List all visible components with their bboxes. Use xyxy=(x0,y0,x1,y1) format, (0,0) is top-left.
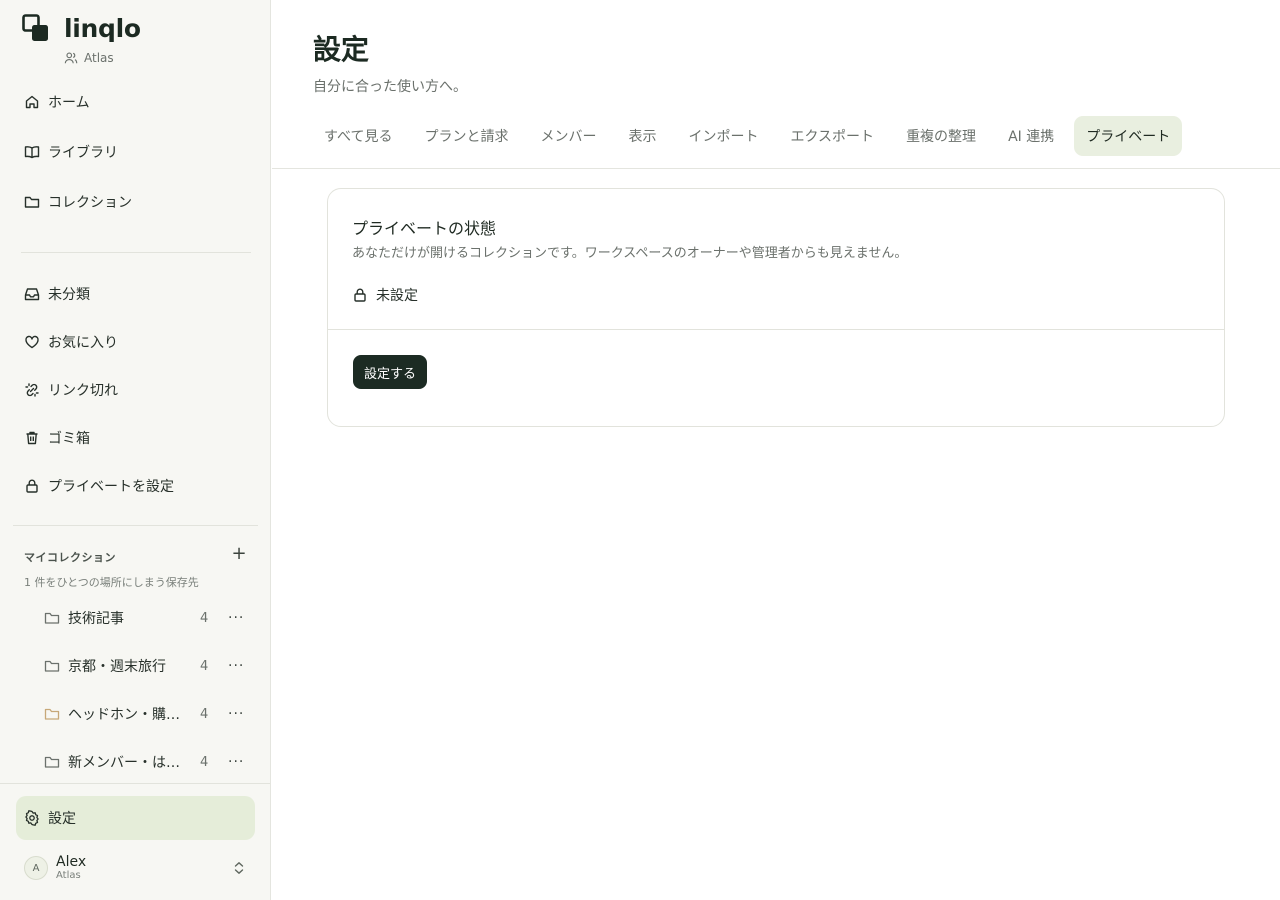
tab-plan-billing[interactable]: プランと請求 xyxy=(412,116,520,156)
more-options-button[interactable]: ··· xyxy=(228,658,243,674)
nav-home[interactable]: ホーム xyxy=(16,82,255,122)
gear-icon xyxy=(24,810,40,826)
nav-trash-label: ゴミ箱 xyxy=(48,431,90,447)
broken-link-icon xyxy=(24,382,40,398)
folder-icon xyxy=(24,194,40,210)
nav-broken-links[interactable]: リンク切れ xyxy=(16,370,255,410)
more-options-button[interactable]: ··· xyxy=(228,706,243,722)
card-divider xyxy=(328,329,1224,330)
home-icon xyxy=(24,94,40,110)
collection-name: ヘッドホン・購入比較 xyxy=(68,707,180,723)
nav-collections[interactable]: コレクション xyxy=(16,182,255,222)
more-options-button[interactable]: ··· xyxy=(228,754,243,770)
tab-duplicates[interactable]: 重複の整理 xyxy=(894,116,988,156)
nav-settings-label: 設定 xyxy=(48,811,76,827)
card-description: あなただけが開けるコレクションです。ワークスペースのオーナーや管理者からも見えま… xyxy=(352,246,908,261)
main-content: 設定 自分に合った使い方へ。 すべて見る プランと請求 メンバー 表示 インポー… xyxy=(272,0,1280,900)
inbox-icon xyxy=(24,286,40,302)
status-text: 未設定 xyxy=(376,288,418,304)
tab-export[interactable]: エクスポート xyxy=(778,116,886,156)
chevron-up-down-icon[interactable] xyxy=(232,860,246,876)
sidebar: linqlo Atlas ホーム ライブラリ コレクション 未分類 お気に入り … xyxy=(0,0,271,900)
nav-home-label: ホーム xyxy=(48,95,90,111)
avatar: A xyxy=(24,856,48,880)
collection-item[interactable]: 京都・週末旅行 4 ··· xyxy=(44,651,254,681)
collection-name: 京都・週末旅行 xyxy=(68,659,166,675)
collections-subtitle: 1 件をひとつの場所にしまう保存先 xyxy=(24,576,199,589)
tab-members[interactable]: メンバー xyxy=(528,116,608,156)
card-title: プライベートの状態 xyxy=(352,219,497,238)
users-icon xyxy=(64,52,78,64)
folder-icon xyxy=(44,610,60,626)
nav-broken-links-label: リンク切れ xyxy=(48,383,118,399)
nav-favorites[interactable]: お気に入り xyxy=(16,322,255,362)
settings-tabs: すべて見る プランと請求 メンバー 表示 インポート エクスポート 重複の整理 … xyxy=(312,116,1190,156)
folder-icon xyxy=(44,706,60,722)
private-status: 未設定 xyxy=(352,285,418,305)
collection-count: 4 xyxy=(200,706,209,722)
collection-count: 4 xyxy=(200,610,209,626)
collections-heading: マイコレクション xyxy=(24,551,116,564)
user-name: Alex xyxy=(56,854,87,870)
sidebar-divider xyxy=(21,252,251,253)
collection-item[interactable]: 技術記事 4 ··· xyxy=(44,603,254,633)
trash-icon xyxy=(24,430,40,446)
folder-icon xyxy=(44,754,60,770)
user-menu[interactable]: A Alex Atlas xyxy=(24,852,252,884)
collection-item[interactable]: 新メンバー・はじめに 4 ··· xyxy=(44,747,254,777)
nav-settings[interactable]: 設定 xyxy=(16,796,255,840)
page-subtitle: 自分に合った使い方へ。 xyxy=(313,79,467,95)
collection-count: 4 xyxy=(200,754,209,770)
sidebar-divider xyxy=(0,783,270,784)
user-info: Alex Atlas xyxy=(56,854,86,882)
lock-icon xyxy=(352,287,368,303)
tab-ai-integration[interactable]: AI 連携 xyxy=(996,116,1066,156)
collection-item[interactable]: ヘッドホン・購入比較 4 ··· xyxy=(44,699,254,729)
workspace-label: Atlas xyxy=(64,51,114,65)
nav-private-label: プライベートを設定 xyxy=(48,479,174,495)
tab-all[interactable]: すべて見る xyxy=(312,116,404,156)
nav-uncategorized-label: 未分類 xyxy=(48,287,90,303)
brand[interactable]: linqlo xyxy=(22,14,141,43)
nav-trash[interactable]: ゴミ箱 xyxy=(16,418,255,458)
set-up-button[interactable]: 設定する xyxy=(353,355,428,389)
nav-private[interactable]: プライベートを設定 xyxy=(16,466,255,506)
folder-icon xyxy=(44,658,60,674)
logo-icon xyxy=(22,14,50,43)
private-status-card: プライベートの状態 あなただけが開けるコレクションです。ワークスペースのオーナー… xyxy=(327,188,1225,427)
nav-collections-label: コレクション xyxy=(48,195,132,211)
workspace-name: Atlas xyxy=(84,51,114,65)
collection-name: 新メンバー・はじめに xyxy=(68,755,180,771)
tab-display[interactable]: 表示 xyxy=(616,116,668,156)
add-collection-button[interactable]: + xyxy=(230,545,248,563)
nav-library[interactable]: ライブラリ xyxy=(16,132,255,172)
collection-name: 技術記事 xyxy=(68,611,124,627)
lock-icon xyxy=(24,478,40,494)
tabs-divider xyxy=(272,168,1280,169)
tab-private[interactable]: プライベート xyxy=(1074,116,1183,156)
sidebar-divider xyxy=(13,525,258,526)
page-title: 設定 xyxy=(313,33,370,66)
heart-icon xyxy=(24,334,40,350)
user-workspace: Atlas xyxy=(56,870,81,881)
collection-count: 4 xyxy=(200,658,209,674)
more-options-button[interactable]: ··· xyxy=(228,610,243,626)
tab-import[interactable]: インポート xyxy=(676,116,770,156)
nav-uncategorized[interactable]: 未分類 xyxy=(16,274,255,314)
book-icon xyxy=(24,144,40,160)
nav-favorites-label: お気に入り xyxy=(48,335,118,351)
nav-library-label: ライブラリ xyxy=(48,145,118,161)
app-name: linqlo xyxy=(64,14,141,43)
